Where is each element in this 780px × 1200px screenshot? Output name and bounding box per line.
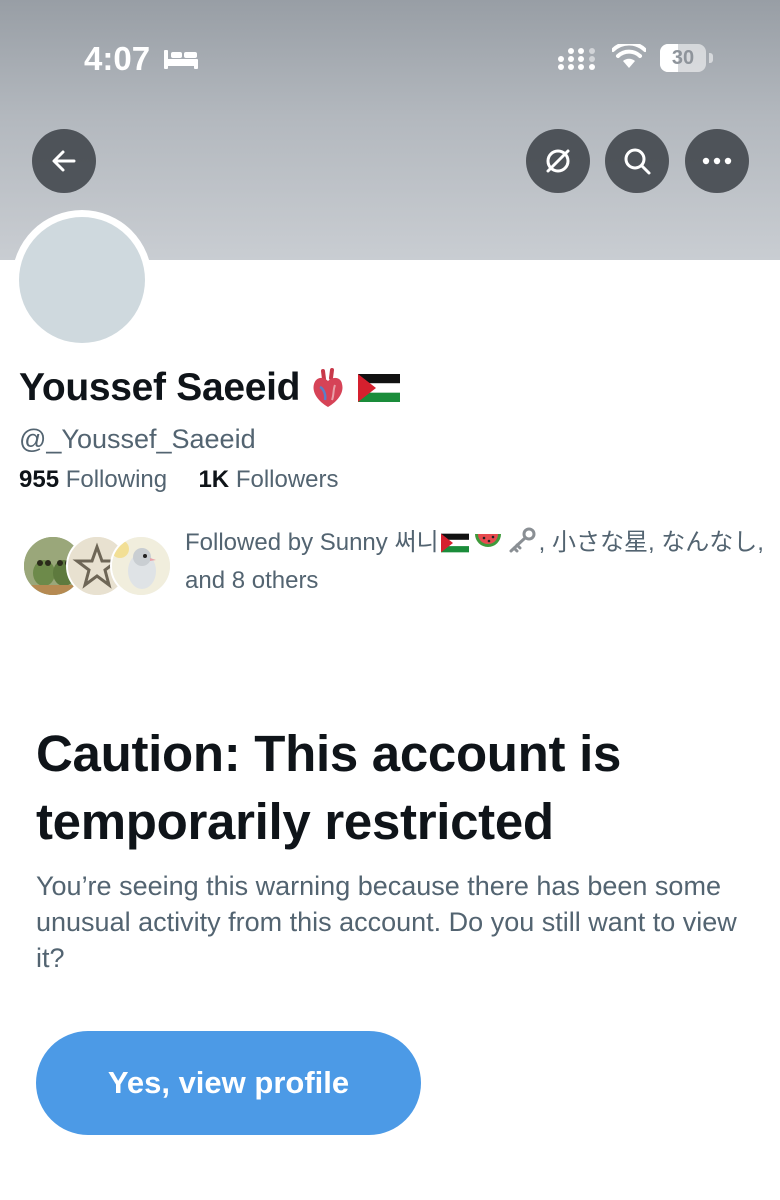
mutual-avatar-3[interactable]: [110, 535, 172, 597]
signal-icon: [558, 48, 595, 70]
bed-icon: [164, 50, 198, 69]
name-row: Youssef Saeeid: [19, 366, 401, 410]
followers-label: Followers: [235, 466, 339, 493]
display-name: Youssef Saeeid: [19, 366, 301, 409]
followed-by-prefix: Followed by Sunny 써니: [185, 529, 439, 556]
search-button[interactable]: [605, 129, 669, 193]
palestine-flag-icon: [358, 374, 401, 402]
avatar[interactable]: [19, 217, 145, 343]
grok-icon: [546, 149, 570, 173]
following-label: Following: [65, 466, 168, 493]
back-button[interactable]: [32, 129, 96, 193]
followers-count: 1K: [198, 466, 230, 493]
caution-body: You’re seeing this warning because there…: [36, 871, 737, 973]
anatomical-heart-icon: [313, 368, 343, 407]
back-arrow-icon: [52, 150, 76, 172]
battery-level: 30: [671, 46, 695, 69]
following-link[interactable]: 955 Following: [19, 466, 167, 493]
more-icon: [702, 157, 732, 165]
battery-cap: [709, 53, 713, 63]
bird-avatar-image: [112, 537, 170, 595]
following-count: 955: [19, 466, 60, 493]
search-icon: [624, 148, 651, 175]
key-icon: [509, 527, 536, 553]
follow-counts: 955 Following 1K Followers: [19, 466, 339, 494]
more-button[interactable]: [685, 129, 749, 193]
view-profile-button[interactable]: Yes, view profile: [36, 1031, 421, 1135]
palestine-flag-icon: [440, 533, 469, 553]
battery-icon: 30: [660, 44, 706, 72]
status-time: 4:07: [84, 40, 151, 77]
watermelon-icon: [474, 534, 501, 547]
profile-handle: @_Youssef_Saeeid: [19, 424, 256, 454]
followers-link[interactable]: 1K Followers: [198, 466, 338, 493]
caution-title: Caution: This account is temporarily res…: [36, 725, 622, 850]
grok-button[interactable]: [526, 129, 590, 193]
followed-by-text[interactable]: Followed by Sunny 써니 , 小さな星, なんなし, and 8…: [185, 524, 765, 600]
view-profile-label: Yes, view profile: [107, 1065, 350, 1100]
wifi-icon: [612, 44, 646, 68]
